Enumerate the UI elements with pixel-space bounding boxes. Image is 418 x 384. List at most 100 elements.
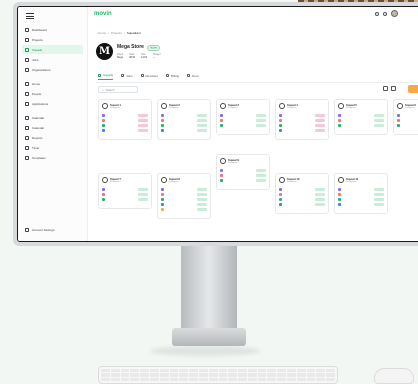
card-subtitle: Designers — [287, 181, 297, 183]
squad-card[interactable]: Squad 7 Designers — [98, 173, 152, 209]
tab-jobs[interactable]: Jobs — [121, 73, 133, 80]
status-pill — [197, 198, 207, 201]
project-meta-item: Start 08/10 — [129, 53, 135, 59]
list-item[interactable] — [161, 207, 207, 212]
member-avatar — [161, 208, 164, 211]
list-item[interactable] — [220, 178, 266, 183]
sidebar-item-jobs[interactable]: Jobs — [22, 55, 83, 64]
status-pill — [138, 124, 148, 127]
sidebar-item-label: Calendar — [32, 125, 45, 130]
status-pill — [138, 129, 148, 132]
sidebar-item-label: Timer — [32, 145, 40, 150]
squad-card[interactable]: Squad 10 Designers — [275, 173, 329, 214]
project-meta: Client Mega Start 08/10 Due 12/24 Budget — — [117, 53, 161, 59]
sidebar-item-calendar[interactable]: Calendar — [22, 123, 83, 132]
member-avatar — [338, 198, 341, 201]
breadcrumb-item[interactable]: Projects — [111, 31, 122, 35]
tab-label: Docs — [192, 73, 199, 78]
tab-squads[interactable]: Squads — [98, 73, 114, 80]
tab-icon — [166, 74, 170, 77]
squad-card[interactable]: Squad 1 Designers — [98, 99, 152, 140]
status-pill — [197, 188, 207, 191]
card-subtitle: Designers — [346, 181, 356, 183]
member-avatar — [220, 179, 223, 182]
tab-members[interactable]: Members — [140, 73, 158, 80]
screen: Dashboard Projects Squads Jobs Organizations… — [17, 6, 418, 242]
template-icon — [25, 155, 29, 160]
list-item[interactable] — [279, 128, 325, 133]
grid-view-icon[interactable] — [383, 86, 388, 91]
tab-docs[interactable]: Docs — [187, 73, 199, 80]
list-item[interactable] — [338, 123, 384, 128]
key — [208, 373, 218, 377]
sidebar-item-people[interactable]: People — [22, 89, 83, 98]
sidebar-item-home[interactable]: Home — [22, 79, 83, 88]
member-avatar — [102, 193, 105, 196]
sidebar-item-dashboard[interactable]: Dashboard — [22, 25, 83, 34]
notification-icon[interactable] — [375, 11, 379, 16]
squad-card[interactable]: Squad 11 Designers — [334, 173, 388, 214]
sidebar-item-timer[interactable]: Timer — [22, 143, 83, 152]
sidebar-item-organizations[interactable]: Organizations — [22, 65, 83, 74]
member-avatar — [338, 193, 341, 196]
list-item[interactable] — [220, 123, 266, 128]
list-view-icon[interactable] — [391, 86, 396, 91]
status-pill — [197, 119, 207, 122]
monitor: Dashboard Projects Squads Jobs Organizations… — [13, 2, 418, 246]
search-input[interactable]: ⌕ Search — [98, 86, 138, 93]
card-title-wrap: Squad 1 Designers — [110, 103, 121, 109]
sidebar-item-label: Organizations — [32, 67, 51, 72]
squad-card[interactable]: Squad 4 Designers — [275, 99, 329, 140]
squad-card[interactable]: Squad 6 Designers — [393, 99, 418, 135]
list-item[interactable] — [161, 128, 207, 133]
squad-card[interactable]: Squad 2 Designers — [157, 99, 211, 140]
sidebar-item-squads[interactable]: Squads — [22, 45, 83, 54]
add-squad-button[interactable] — [408, 85, 418, 93]
card-header: Squad 6 Designers — [397, 103, 418, 109]
squad-card[interactable]: Squad 5 Designers — [334, 99, 388, 135]
status-pill — [374, 119, 384, 122]
settings-icon[interactable] — [383, 11, 387, 16]
avatar[interactable] — [391, 10, 398, 17]
tab-billing[interactable]: Billing — [166, 73, 179, 80]
list-item[interactable] — [338, 202, 384, 207]
menu-icon[interactable] — [26, 13, 34, 19]
member-avatar — [220, 114, 223, 117]
member-avatar — [102, 188, 105, 191]
squad-card[interactable]: Squad 9 Designers — [216, 154, 270, 190]
member-avatar — [220, 119, 223, 122]
sidebar-item-reports[interactable]: Reports — [22, 133, 83, 142]
list-item[interactable] — [279, 202, 325, 207]
status-badge: Active — [146, 44, 161, 51]
status-pill — [256, 169, 266, 172]
sidebar-item-account-settings[interactable]: Account Settings — [22, 225, 58, 234]
key — [169, 377, 179, 381]
sidebar-item-templates[interactable]: Templates — [22, 153, 83, 162]
squad-icon — [161, 177, 167, 183]
status-pill — [374, 198, 384, 201]
squad-icon — [161, 103, 167, 109]
squad-card[interactable]: Squad 8 Designers — [157, 173, 211, 219]
card-subtitle: Designers — [228, 107, 238, 109]
key — [140, 373, 149, 377]
key — [247, 377, 257, 381]
squad-card[interactable]: Squad 3 Designers — [216, 99, 270, 135]
squad-icon — [220, 103, 226, 109]
list-item[interactable] — [102, 197, 148, 202]
sidebar-item-projects[interactable]: Projects — [22, 35, 83, 44]
key — [198, 377, 208, 381]
breadcrumb-item[interactable]: Home — [98, 31, 106, 35]
member-avatar — [397, 114, 400, 117]
sidebar-item-applications[interactable]: Applications — [22, 99, 83, 108]
member-avatar — [161, 114, 164, 117]
key — [287, 373, 296, 377]
status-pill — [315, 203, 325, 206]
key — [101, 369, 110, 373]
sidebar-item-calendar[interactable]: Calendar — [22, 113, 83, 122]
key — [120, 377, 130, 381]
list-item[interactable] — [397, 123, 418, 128]
list-item[interactable] — [102, 128, 148, 133]
key — [316, 377, 326, 381]
app-logo[interactable]: movin — [94, 11, 112, 17]
search-placeholder: Search — [105, 87, 115, 92]
